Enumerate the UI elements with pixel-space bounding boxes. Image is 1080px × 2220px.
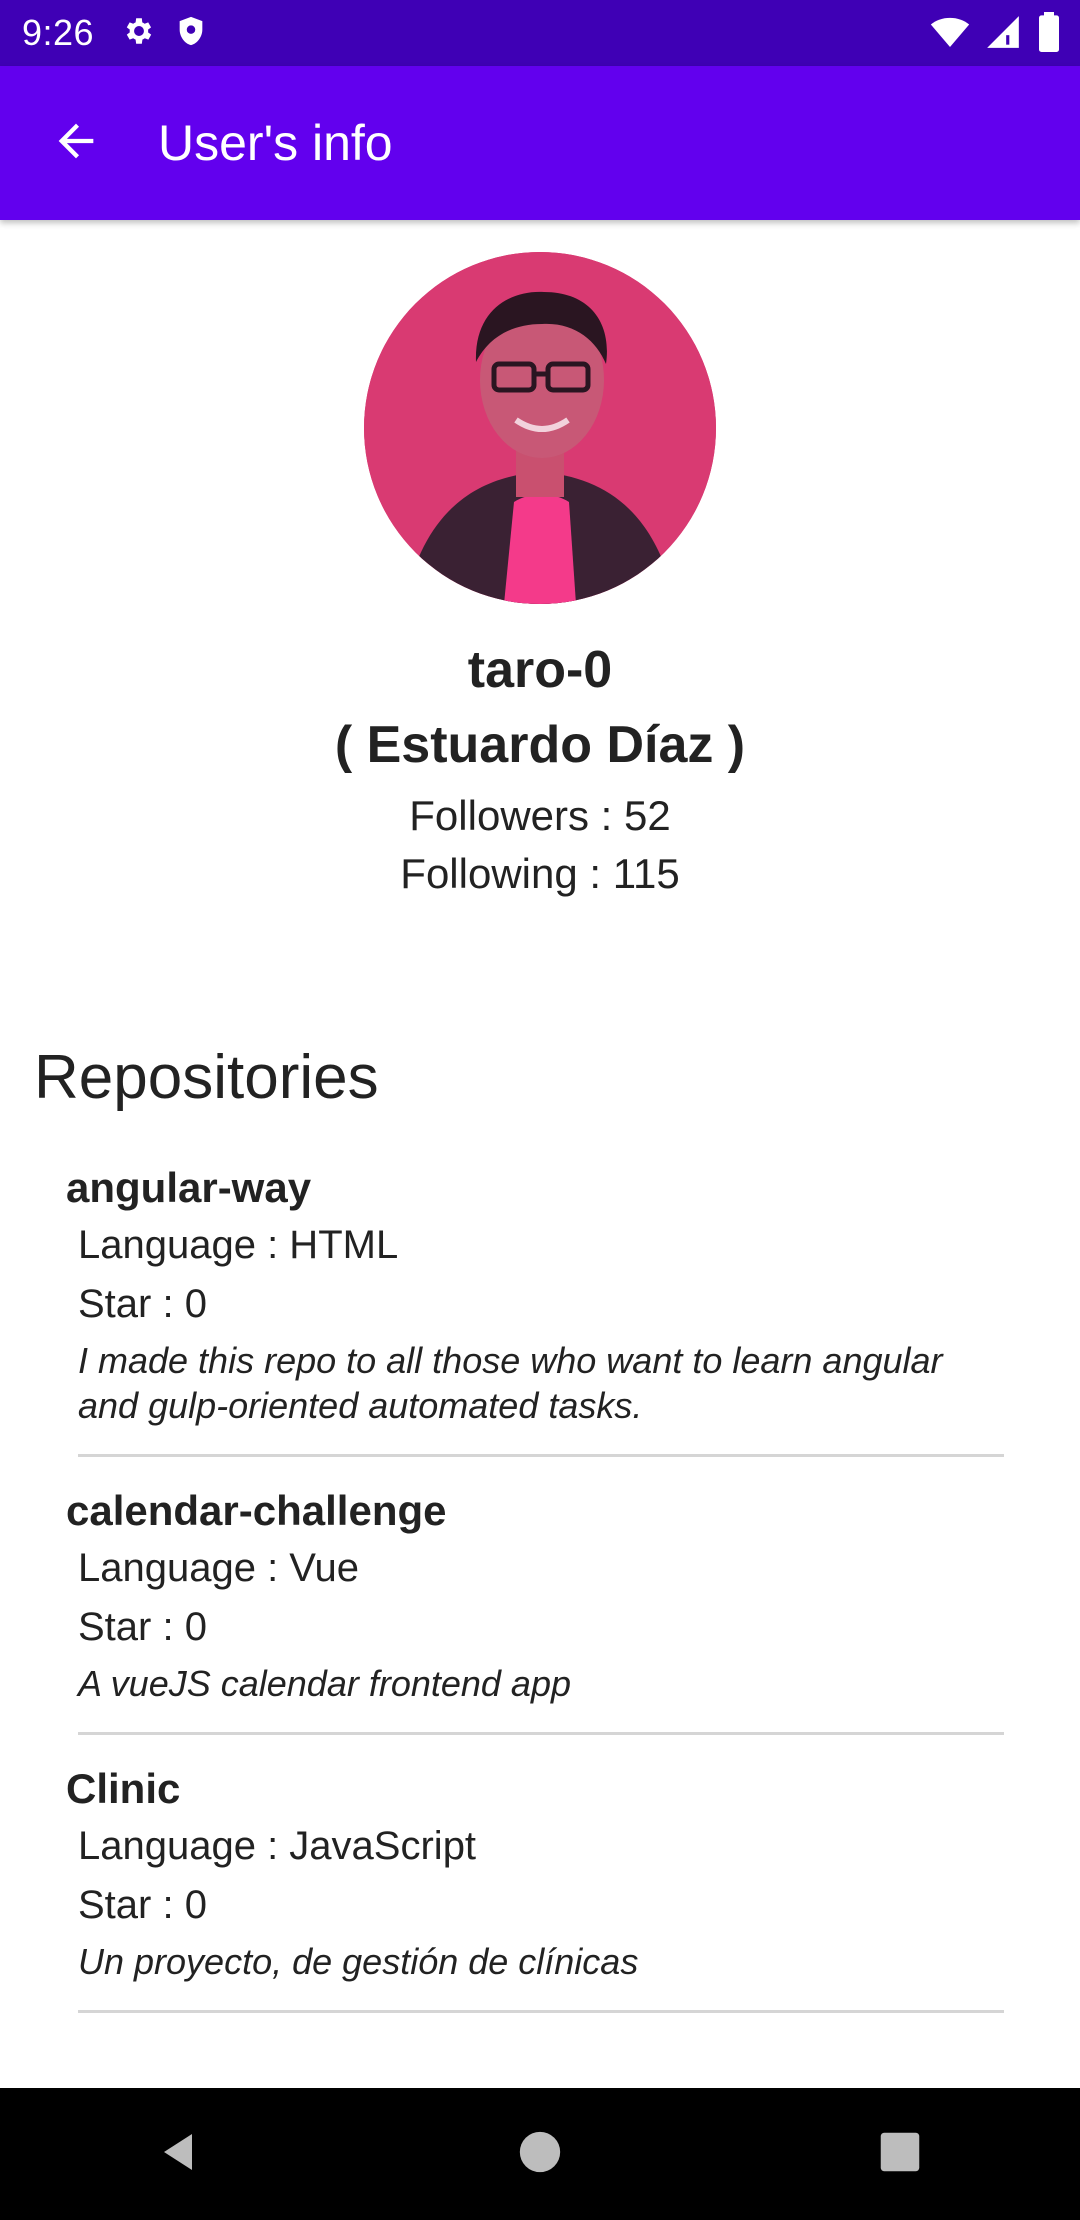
repository-language: Language : JavaScript bbox=[78, 1824, 477, 1868]
nav-home-button[interactable] bbox=[480, 2094, 600, 2214]
repository-item[interactable]: calendar-challenge Language : Vue Star :… bbox=[0, 1483, 1080, 1735]
shield-icon bbox=[174, 14, 208, 53]
arrow-back-icon bbox=[50, 115, 102, 172]
repository-item[interactable]: angular-way Language : HTML Star : 0 I m… bbox=[0, 1160, 1080, 1457]
gear-icon bbox=[122, 14, 156, 53]
status-bar: 9:26 bbox=[0, 0, 1080, 66]
avatar bbox=[364, 252, 716, 604]
status-time: 9:26 bbox=[22, 12, 95, 53]
back-button[interactable] bbox=[36, 103, 116, 183]
repository-stars: Star : 0 bbox=[78, 1883, 207, 1927]
system-nav-bar bbox=[0, 2088, 1080, 2220]
battery-icon bbox=[1036, 12, 1062, 57]
divider bbox=[78, 1454, 1004, 1457]
repository-language: Language : HTML bbox=[78, 1223, 399, 1267]
repository-item[interactable]: Clinic Language : JavaScript Star : 0 Un… bbox=[0, 1761, 1080, 2013]
divider bbox=[78, 2010, 1004, 2013]
back-triangle-icon bbox=[156, 2128, 204, 2181]
repository-language: Language : Vue bbox=[78, 1546, 359, 1590]
repository-list: angular-way Language : HTML Star : 0 I m… bbox=[0, 1160, 1080, 2039]
app-bar: User's info bbox=[0, 66, 1080, 220]
divider bbox=[78, 1732, 1004, 1735]
full-name: ( Estuardo Díaz ) bbox=[334, 716, 746, 774]
repository-description: I made this repo to all those who want t… bbox=[78, 1340, 943, 1426]
username: taro-0 bbox=[467, 641, 613, 699]
repository-stars: Star : 0 bbox=[78, 1282, 207, 1326]
home-circle-icon bbox=[518, 2130, 562, 2179]
page-title: User's info bbox=[158, 115, 393, 171]
repository-description: A vueJS calendar frontend app bbox=[78, 1663, 571, 1704]
signal-icon bbox=[984, 13, 1022, 56]
repository-name: Clinic bbox=[66, 1765, 181, 1812]
nav-recents-button[interactable] bbox=[840, 2094, 960, 2214]
repositories-heading: Repositories bbox=[34, 1043, 379, 1112]
followers-count: Followers : 52 bbox=[409, 792, 671, 839]
repository-name: angular-way bbox=[66, 1164, 312, 1211]
wifi-icon bbox=[930, 12, 970, 57]
nav-back-button[interactable] bbox=[120, 2094, 240, 2214]
repository-description: Un proyecto, de gestión de clínicas bbox=[78, 1941, 639, 1982]
recents-square-icon bbox=[879, 2131, 921, 2178]
repository-name: calendar-challenge bbox=[66, 1487, 447, 1534]
repository-stars: Star : 0 bbox=[78, 1605, 207, 1649]
following-count: Following : 115 bbox=[400, 850, 680, 897]
